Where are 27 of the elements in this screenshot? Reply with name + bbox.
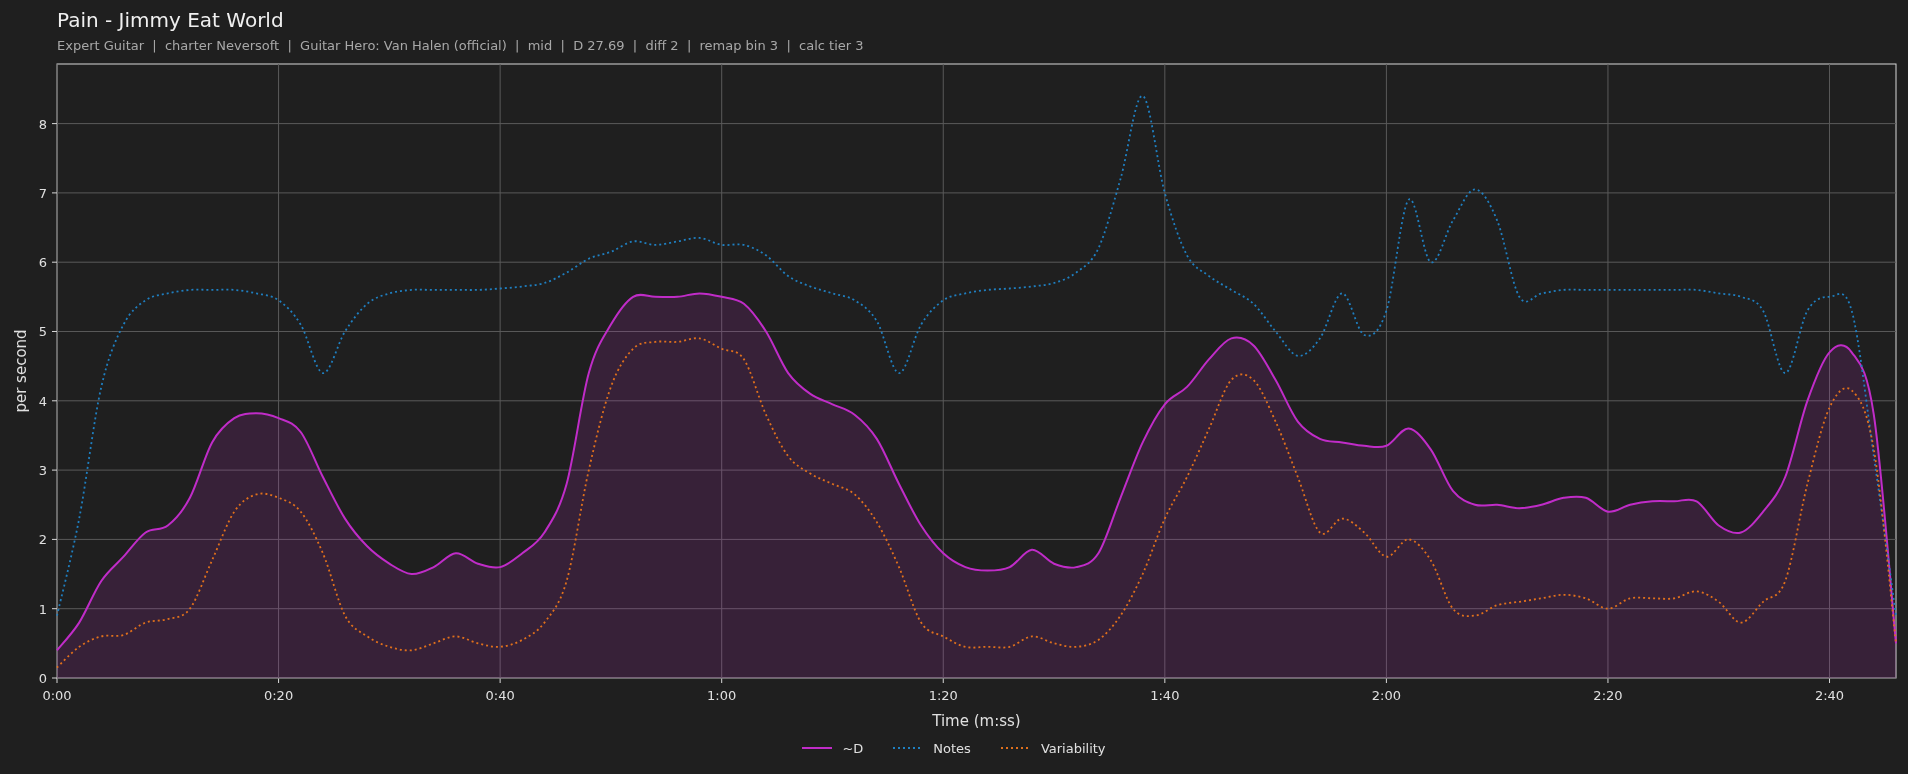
chart-title: Pain - Jimmy Eat World — [57, 8, 284, 32]
legend-line-icon — [1000, 745, 1031, 751]
x-axis-label: Time (m:ss) — [932, 712, 1021, 728]
x-tick-label: 2:40 — [1814, 688, 1845, 703]
x-tick-label: 2:00 — [1371, 688, 1401, 703]
legend-line-icon — [802, 745, 833, 751]
x-tick-label: 0:40 — [485, 688, 515, 703]
x-tick-label: 0:20 — [263, 688, 294, 703]
y-tick-label: 5 — [38, 324, 47, 340]
x-tick-label: 1:40 — [1150, 688, 1180, 703]
y-tick-label: 8 — [38, 116, 47, 132]
x-tick-label: 1:20 — [928, 688, 958, 703]
legend-label: Notes — [933, 740, 971, 756]
y-tick-label: 4 — [38, 393, 47, 409]
y-tick-label: 2 — [38, 532, 47, 548]
x-tick-label: 0:00 — [42, 688, 72, 703]
legend-label: Variability — [1040, 740, 1106, 756]
y-tick-label: 3 — [38, 463, 47, 479]
chart-subtitle: Expert Guitar | charter Neversoft | Guitar Hero: Van Halen (official) | mid | D 27.69 | diff 2 | remap bin 3 | calc tier 3 — [57, 38, 864, 53]
legend-label: ~D — [842, 740, 864, 756]
y-tick-label: 1 — [38, 601, 47, 617]
y-tick-label: 7 — [38, 185, 47, 201]
y-axis-label: per second — [12, 329, 30, 413]
y-tick-label: 6 — [38, 255, 47, 271]
y-tick-label: 0 — [38, 671, 47, 686]
x-tick-label: 2:20 — [1593, 688, 1623, 703]
x-tick-label: 1:00 — [707, 688, 737, 703]
